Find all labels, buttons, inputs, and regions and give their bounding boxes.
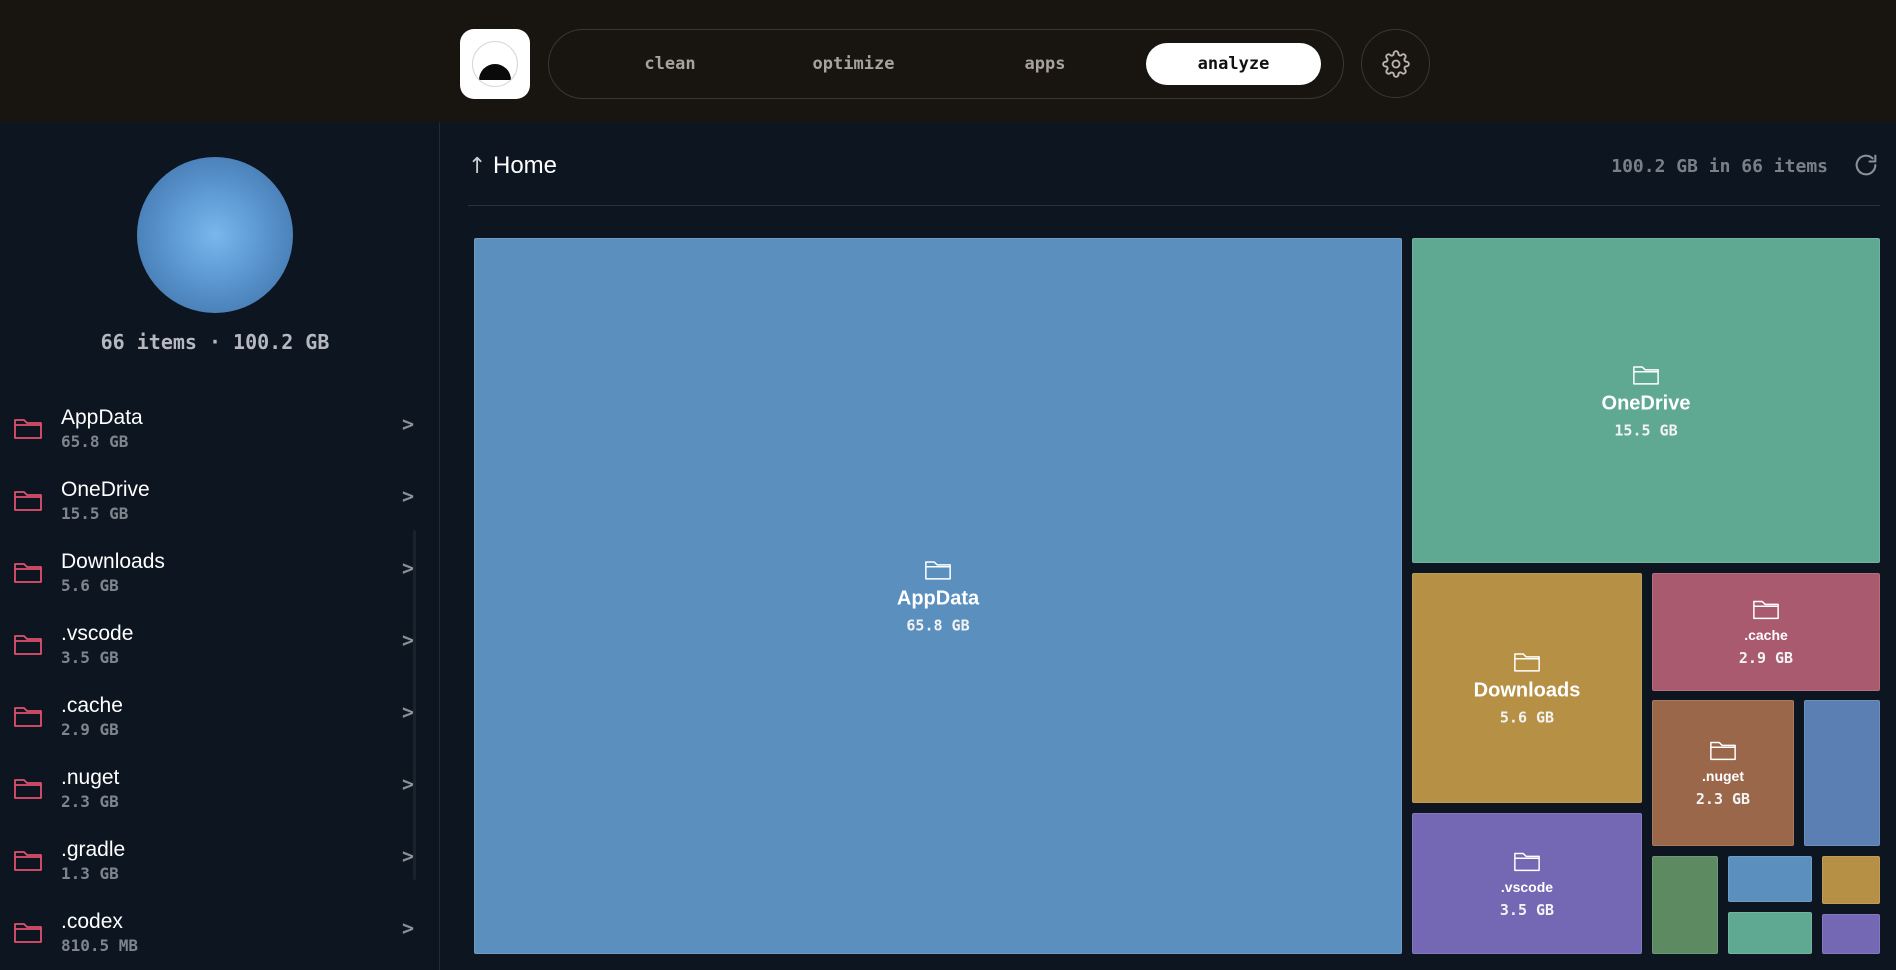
folder-icon xyxy=(1633,365,1659,385)
tile-content: OneDrive 15.5 GB xyxy=(1413,362,1879,439)
folder-icon xyxy=(14,563,42,583)
app-logo[interactable] xyxy=(460,29,530,99)
sidebar-item-name: .vscode xyxy=(61,622,134,645)
sidebar-item-size: 65.8 GB xyxy=(61,432,129,451)
sidebar-item[interactable]: .vscode 3.5 GB > xyxy=(0,618,430,690)
sidebar-item-size: 5.6 GB xyxy=(61,576,119,595)
tile-size: 3.5 GB xyxy=(1499,900,1555,919)
up-arrow-icon[interactable]: ↑ xyxy=(468,154,486,179)
main-header: ↑ Home 100.2 GB in 66 items xyxy=(468,148,1880,206)
tile-size: 2.3 GB xyxy=(1695,790,1751,808)
sidebar-item-name: AppData xyxy=(61,406,143,429)
tile-size: 65.8 GB xyxy=(906,616,970,635)
tab-optimize[interactable]: optimize xyxy=(766,43,941,85)
tile-size: 15.5 GB xyxy=(1614,421,1678,439)
tile-name: OneDrive xyxy=(1601,392,1691,414)
chevron-right-icon[interactable]: > xyxy=(402,484,414,508)
tile-content: .nuget 2.3 GB xyxy=(1653,738,1793,808)
sidebar-item-name: .codex xyxy=(61,910,123,933)
sidebar-item-size: 2.9 GB xyxy=(61,720,119,739)
disk-usage-sphere xyxy=(137,157,293,313)
folder-icon xyxy=(14,779,42,799)
sidebar: 66 items · 100.2 GB AppData 65.8 GB > OneDr… xyxy=(0,122,440,970)
sidebar-item[interactable]: .codex 810.5 MB > xyxy=(0,906,430,970)
tile-name: .nuget xyxy=(1702,768,1744,784)
folder-icon xyxy=(1753,600,1779,620)
sidebar-item[interactable]: AppData 65.8 GB > xyxy=(0,402,430,474)
settings-button[interactable] xyxy=(1361,29,1430,98)
treemap-tile[interactable]: AppData 65.8 GB xyxy=(474,238,1402,954)
tile-size: 5.6 GB xyxy=(1499,708,1555,727)
sidebar-item-size: 2.3 GB xyxy=(61,792,119,811)
nav-tabs: clean optimize apps analyze xyxy=(548,29,1344,99)
tile-content: Downloads 5.6 GB xyxy=(1413,650,1641,727)
folder-icon xyxy=(14,491,42,511)
folder-icon xyxy=(14,419,42,439)
sidebar-item[interactable]: Downloads 5.6 GB > xyxy=(0,546,430,618)
tile-name: AppData xyxy=(896,587,980,610)
treemap-tile[interactable] xyxy=(1652,856,1718,954)
treemap-tile[interactable] xyxy=(1822,914,1880,954)
tile-name: .cache xyxy=(1744,627,1788,643)
sidebar-item[interactable]: .nuget 2.3 GB > xyxy=(0,762,430,834)
sidebar-item[interactable]: .gradle 1.3 GB > xyxy=(0,834,430,906)
folder-icon xyxy=(14,635,42,655)
sidebar-item-name: .cache xyxy=(61,694,123,717)
chevron-right-icon[interactable]: > xyxy=(402,412,414,436)
folder-icon xyxy=(14,923,42,943)
sidebar-item-name: Downloads xyxy=(61,550,165,573)
folder-icon xyxy=(1514,852,1540,871)
total-size-summary: 100.2 GB in 66 items xyxy=(1611,156,1828,177)
sidebar-item[interactable]: .cache 2.9 GB > xyxy=(0,690,430,762)
logo-mark-icon xyxy=(472,41,518,87)
sidebar-scrollbar[interactable] xyxy=(413,530,416,880)
treemap-tile[interactable]: Downloads 5.6 GB xyxy=(1412,573,1642,803)
sidebar-item-size: 15.5 GB xyxy=(61,504,129,523)
folder-icon xyxy=(14,851,42,871)
sidebar-item-name: .gradle xyxy=(61,838,126,861)
treemap-tile[interactable]: .cache 2.9 GB xyxy=(1652,573,1880,691)
treemap-tile[interactable]: OneDrive 15.5 GB xyxy=(1412,238,1880,563)
refresh-icon[interactable] xyxy=(1852,151,1880,179)
top-bar: clean optimize apps analyze xyxy=(0,0,1896,122)
sidebar-summary: 66 items · 100.2 GB xyxy=(100,330,330,354)
tab-clean[interactable]: clean xyxy=(590,43,750,85)
treemap-tile[interactable]: .nuget 2.3 GB xyxy=(1652,700,1794,846)
tile-content: .cache 2.9 GB xyxy=(1653,597,1879,667)
tab-analyze[interactable]: analyze xyxy=(1146,43,1321,85)
sidebar-item-name: .nuget xyxy=(61,766,120,789)
tile-size: 2.9 GB xyxy=(1738,649,1794,667)
treemap-tile[interactable] xyxy=(1804,700,1880,846)
folder-icon xyxy=(14,707,42,727)
sidebar-item-size: 3.5 GB xyxy=(61,648,119,667)
treemap-tile[interactable] xyxy=(1728,856,1812,902)
sidebar-item-size: 810.5 MB xyxy=(61,936,139,955)
tile-content: AppData 65.8 GB xyxy=(475,558,1401,635)
sidebar-item-size: 1.3 GB xyxy=(61,864,119,883)
treemap-tile[interactable] xyxy=(1728,912,1812,954)
breadcrumb: Home xyxy=(493,152,558,179)
tile-name: .vscode xyxy=(1500,878,1554,895)
folder-icon xyxy=(1710,741,1736,761)
folder-icon xyxy=(925,561,951,580)
gear-icon xyxy=(1381,49,1410,78)
tile-name: Downloads xyxy=(1473,679,1581,702)
treemap-tile[interactable] xyxy=(1822,856,1880,904)
tab-apps[interactable]: apps xyxy=(965,43,1125,85)
sidebar-item[interactable]: OneDrive 15.5 GB > xyxy=(0,474,430,546)
sidebar-list: AppData 65.8 GB > OneDrive 15.5 GB > Downloads… xyxy=(0,402,430,970)
chevron-right-icon[interactable]: > xyxy=(402,916,414,940)
sidebar-item-name: OneDrive xyxy=(61,478,150,501)
treemap-tile[interactable]: .vscode 3.5 GB xyxy=(1412,813,1642,954)
folder-icon xyxy=(1514,653,1540,672)
tile-content: .vscode 3.5 GB xyxy=(1413,849,1641,919)
